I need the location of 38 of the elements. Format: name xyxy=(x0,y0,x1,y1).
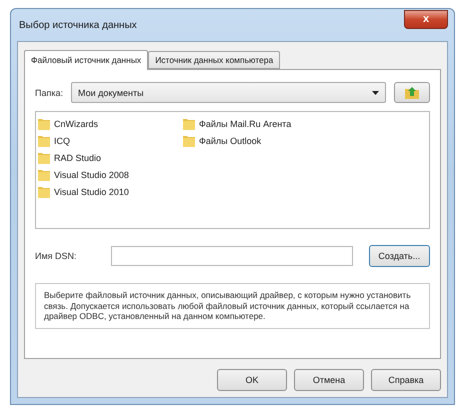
folder-icon xyxy=(38,151,50,164)
folder-dropdown[interactable]: Мои документы xyxy=(71,82,386,103)
folder-icon xyxy=(38,185,50,198)
folder-item[interactable]: Visual Studio 2010 xyxy=(38,183,183,200)
folder-item[interactable]: ICQ xyxy=(38,132,183,149)
folder-item[interactable]: CnWizards xyxy=(38,115,183,132)
create-button[interactable]: Создать... xyxy=(368,245,430,267)
folder-item[interactable]: Файлы Mail.Ru Агента xyxy=(183,115,427,132)
folder-icon xyxy=(38,117,50,130)
folder-item[interactable]: Файлы Outlook xyxy=(183,132,427,149)
folder-up-icon xyxy=(405,86,419,99)
folder-item[interactable]: RAD Studio xyxy=(38,149,183,166)
folder-label: Папка: xyxy=(35,88,63,98)
tab[interactable]: Источник данных компьютера xyxy=(148,51,280,69)
folder-name: RAD Studio xyxy=(54,152,102,162)
folder-icon xyxy=(38,168,50,181)
folder-name: CnWizards xyxy=(54,118,98,128)
dropdown-value: Мои документы xyxy=(78,88,144,98)
dropdown-arrow-icon xyxy=(372,90,379,94)
window-title: Выбор источника данных xyxy=(18,20,137,30)
dialog-button[interactable]: OK xyxy=(217,369,287,391)
dialog-button[interactable]: Справка xyxy=(371,369,441,391)
folder-icon xyxy=(38,134,50,147)
description-text: Выберите файловый источник данных, описывающий драйвер, с которым нужно установить связь. Допускается использовать любой файловый источник данных, который ссылается на драйвер ODBC, установленный на данном компьютере. xyxy=(35,283,430,329)
dialog-button[interactable]: Отмена xyxy=(294,369,364,391)
folder-name: Visual Studio 2010 xyxy=(54,186,129,196)
close-button[interactable]: x xyxy=(404,10,448,28)
dsn-label: Имя DSN: xyxy=(35,251,78,261)
folder-name: Файлы Outlook xyxy=(199,136,262,146)
folder-name: ICQ xyxy=(54,136,70,146)
folder-icon xyxy=(183,134,195,147)
folder-icon xyxy=(183,117,195,130)
folder-item[interactable]: Visual Studio 2008 xyxy=(38,166,183,183)
up-folder-button[interactable] xyxy=(394,82,430,103)
folder-name: Visual Studio 2008 xyxy=(54,170,129,180)
dsn-field[interactable] xyxy=(110,246,353,266)
tab[interactable]: Файловый источник данных xyxy=(24,50,148,70)
folder-name: Файлы Mail.Ru Агента xyxy=(199,118,292,128)
